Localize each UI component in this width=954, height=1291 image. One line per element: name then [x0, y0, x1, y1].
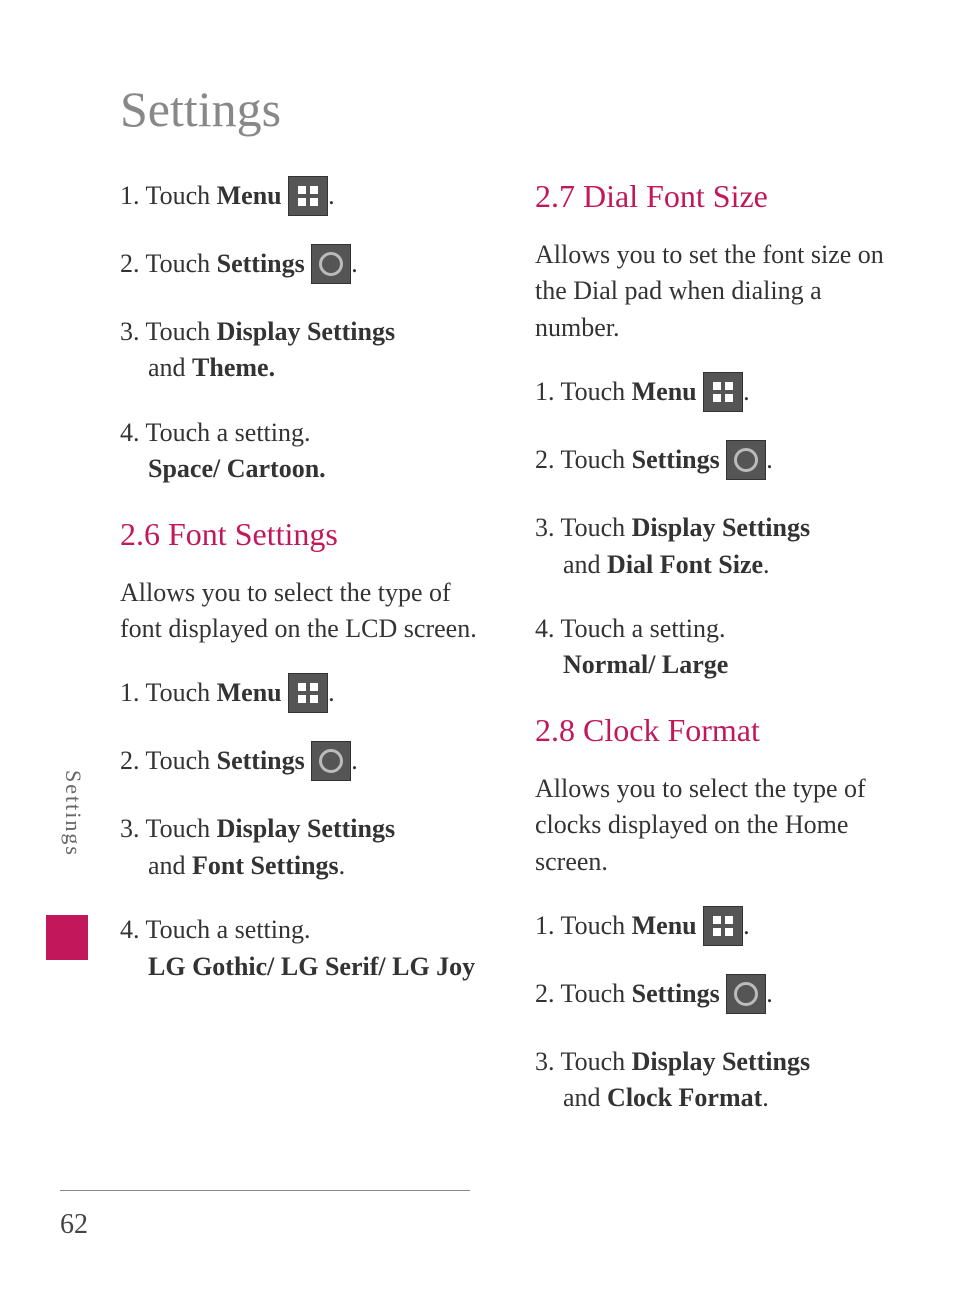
step-number: 3.: [535, 513, 555, 542]
step-bold: Display Settings: [632, 1047, 810, 1076]
step-number: 2.: [535, 979, 555, 1008]
page-title: Settings: [0, 0, 954, 178]
step-bold: Menu: [217, 181, 282, 210]
step-item: 3. Touch Display Settings and Dial Font …: [535, 510, 905, 583]
body-text: Allows you to select the type of font di…: [120, 575, 490, 648]
step-bold: Settings: [632, 445, 720, 474]
settings-icon: [726, 440, 766, 480]
step-item: 2. Touch Settings .: [120, 246, 490, 286]
right-column: 2.7 Dial Font Size Allows you to set the…: [520, 178, 905, 1145]
settings-icon: [311, 244, 351, 284]
step-bold: Display Settings: [217, 317, 395, 346]
section-heading: 2.8 Clock Format: [535, 712, 905, 749]
step-item: 1. Touch Menu .: [535, 908, 905, 948]
step-text: Touch a setting.: [140, 915, 311, 944]
step-number: 3.: [120, 317, 140, 346]
step-item: 3. Touch Display Settings and Font Setti…: [120, 811, 490, 884]
step-item: 4. Touch a setting. Space/ Cartoon.: [120, 415, 490, 488]
step-mid: and: [563, 1083, 607, 1112]
step-item: 1. Touch Menu .: [120, 178, 490, 218]
step-bold: Menu: [632, 377, 697, 406]
step-bold: Menu: [217, 678, 282, 707]
step-item: 4. Touch a setting. LG Gothic/ LG Serif/…: [120, 912, 490, 985]
body-text: Allows you to set the font size on the D…: [535, 237, 905, 346]
step-bold: Space/ Cartoon.: [120, 454, 326, 483]
step-bold: Display Settings: [632, 513, 810, 542]
step-item: 3. Touch Display Settings and Clock Form…: [535, 1044, 905, 1117]
step-item: 3. Touch Display Settings and Theme.: [120, 314, 490, 387]
menu-icon: [703, 906, 743, 946]
step-number: 4.: [120, 418, 140, 447]
section-heading: 2.7 Dial Font Size: [535, 178, 905, 215]
step-bold: Settings: [217, 249, 305, 278]
step-mid: and: [563, 550, 607, 579]
page-number: 62: [60, 1209, 88, 1241]
step-item: 1. Touch Menu .: [535, 374, 905, 414]
step-bold: Font Settings: [192, 851, 339, 880]
step-text: Touch: [140, 678, 217, 707]
step-number: 2.: [120, 249, 140, 278]
menu-icon: [288, 176, 328, 216]
sidebar-section-label: Settings: [60, 770, 86, 857]
section-heading: 2.6 Font Settings: [120, 516, 490, 553]
step-text: Touch: [555, 911, 632, 940]
step-item: 2. Touch Settings .: [535, 442, 905, 482]
step-number: 4.: [120, 915, 140, 944]
step-number: 4.: [535, 614, 555, 643]
step-item: 2. Touch Settings .: [535, 976, 905, 1016]
step-item: 2. Touch Settings .: [120, 743, 490, 783]
step-number: 1.: [535, 377, 555, 406]
step-text: Touch: [555, 1047, 632, 1076]
step-number: 1.: [120, 181, 140, 210]
step-text: Touch: [555, 979, 632, 1008]
step-text: Touch: [140, 814, 217, 843]
step-mid: and: [148, 851, 192, 880]
step-bold: Normal/ Large: [535, 650, 728, 679]
body-text: Allows you to select the type of clocks …: [535, 771, 905, 880]
step-text: Touch: [555, 445, 632, 474]
step-number: 1.: [120, 678, 140, 707]
step-mid: and: [148, 353, 192, 382]
sidebar-marker-bar: [46, 915, 88, 960]
step-bold: Dial Font Size: [607, 550, 763, 579]
step-number: 3.: [535, 1047, 555, 1076]
step-bold: Display Settings: [217, 814, 395, 843]
step-text: Touch a setting.: [140, 418, 311, 447]
step-number: 3.: [120, 814, 140, 843]
step-text: Touch: [555, 377, 632, 406]
settings-icon: [726, 974, 766, 1014]
step-bold: Menu: [632, 911, 697, 940]
step-number: 2.: [120, 746, 140, 775]
menu-icon: [288, 673, 328, 713]
step-item: 1. Touch Menu .: [120, 675, 490, 715]
content-columns: 1. Touch Menu . 2. Touch Settings . 3. T…: [0, 178, 954, 1145]
step-number: 2.: [535, 445, 555, 474]
step-text: Touch: [140, 181, 217, 210]
step-bold: Clock Format: [607, 1083, 762, 1112]
step-bold: Theme.: [192, 353, 275, 382]
step-bold: LG Gothic/ LG Serif/ LG Joy: [120, 952, 475, 981]
settings-icon: [311, 741, 351, 781]
step-item: 4. Touch a setting. Normal/ Large: [535, 611, 905, 684]
left-column: 1. Touch Menu . 2. Touch Settings . 3. T…: [120, 178, 520, 1145]
step-text: Touch: [140, 317, 217, 346]
menu-icon: [703, 372, 743, 412]
step-text: Touch: [555, 513, 632, 542]
step-text: Touch: [140, 746, 217, 775]
step-number: 1.: [535, 911, 555, 940]
step-bold: Settings: [217, 746, 305, 775]
step-text: Touch: [140, 249, 217, 278]
footer-divider: [60, 1190, 470, 1191]
step-bold: Settings: [632, 979, 720, 1008]
step-text: Touch a setting.: [555, 614, 726, 643]
